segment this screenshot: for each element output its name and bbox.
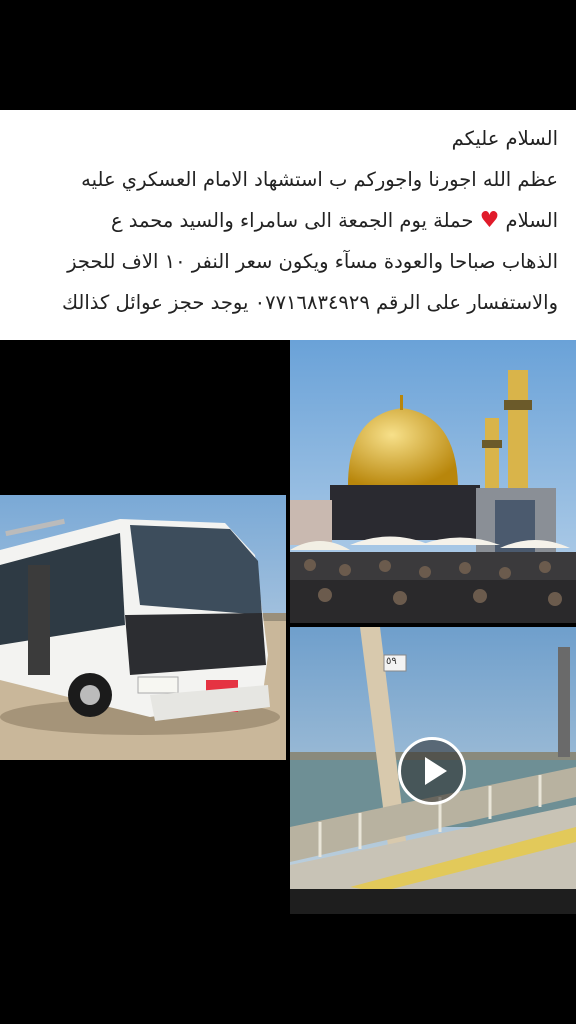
post-line-condolence: عظم الله اجورنا واجوركم ب استشهاد الامام… [81, 168, 558, 191]
shrine-photo[interactable] [290, 340, 576, 623]
post-text-block: السلام عليكم عظم الله اجورنا واجوركم ب ا… [0, 110, 576, 340]
post-line-trip: السلام ♥ حملة يوم الجمعة الى سامراء والس… [18, 200, 558, 241]
bridge-sign-label: ٥٩ [386, 656, 397, 667]
bus-photo[interactable] [0, 495, 286, 760]
media-gallery: ٥٩ [0, 340, 576, 914]
post-line-schedule: الذهاب صباحا والعودة مسآء ويكون سعر النف… [67, 250, 558, 273]
video-play-button[interactable] [398, 737, 466, 805]
post-line-trip-prefix: السلام [505, 209, 558, 232]
post-line-trip-text: حملة يوم الجمعة الى سامراء والسيد محمد ع [110, 209, 474, 232]
post-line-contact: والاستفسار على الرقم ٠٧٧١٦٨٣٤٩٢٩ يوجد حج… [62, 291, 558, 314]
bridge-video-thumbnail[interactable]: ٥٩ [290, 627, 576, 914]
bottom-black-bar [0, 914, 576, 1024]
play-icon [425, 757, 447, 785]
top-black-bar [0, 0, 576, 110]
red-heart-icon: ♥ [479, 208, 500, 233]
post-line-greeting: السلام عليكم [451, 127, 558, 150]
